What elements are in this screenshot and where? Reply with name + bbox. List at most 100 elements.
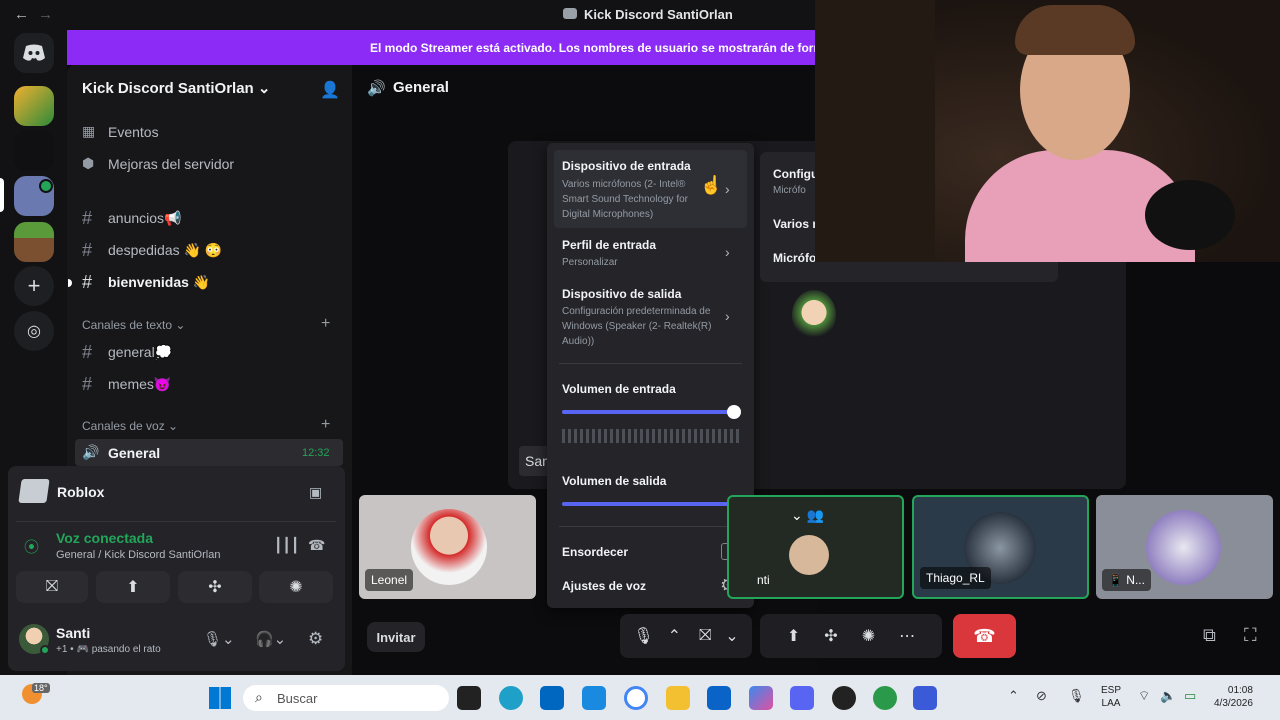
webcam-microphone (1145, 180, 1235, 250)
disconnect-button[interactable]: ☎ (953, 614, 1016, 658)
activities-icon[interactable]: ✣ (824, 626, 837, 646)
hash-icon: # (82, 342, 93, 362)
submenu-item-1[interactable]: Configu (773, 167, 818, 181)
app-icon[interactable] (913, 686, 937, 710)
collapse-chevron-icon[interactable]: ⌄ 👥 (791, 507, 824, 524)
camera-off-icon[interactable]: ⛝ (699, 627, 711, 645)
share-screen-button[interactable]: ⬆ (96, 571, 170, 603)
server-minecraft-icon[interactable] (14, 222, 54, 262)
disconnect-icon[interactable]: ☎ (308, 537, 325, 554)
app-icon[interactable] (582, 686, 606, 710)
language-indicator[interactable]: ESP LAA (1101, 684, 1121, 710)
participant-tile[interactable]: Leonel (359, 495, 536, 599)
submenu-item-1-sub: Micrófo (773, 185, 806, 196)
sidebar-item-events[interactable]: ▦ Eventos (82, 123, 159, 140)
battery-icon[interactable]: ▭ (1184, 688, 1196, 704)
obs-icon[interactable] (832, 686, 856, 710)
channel-bienvenidas[interactable]: # bienvenidas 👋 (82, 272, 210, 293)
windows-start-icon[interactable] (209, 687, 231, 709)
soundboard-icon: ✺ (289, 579, 303, 596)
sidebar-item-boosts[interactable]: ⬢ Mejoras del servidor (82, 155, 234, 172)
stream-activity-icon[interactable]: ▣ (309, 484, 322, 501)
channel-memes[interactable]: # memes😈 (82, 374, 171, 395)
add-voice-channel-icon[interactable]: + (321, 416, 330, 434)
webcam-person-hair (1015, 5, 1135, 55)
headphones-icon[interactable]: 🎧⌄ (255, 630, 286, 648)
discover-compass-icon[interactable]: ◎ (14, 311, 54, 351)
discord-home-icon[interactable] (14, 33, 54, 73)
voice-channel-speaker-icon: 🔊 (367, 80, 386, 97)
screen-share-icon[interactable]: ⬆ (787, 626, 800, 646)
user-status: +1 • 🎮 pasando el rato (56, 644, 161, 655)
channel-despedidas[interactable]: # despedidas 👋 😳 (82, 240, 222, 261)
activities-icon: ✣ (208, 579, 222, 596)
pop-out-icon[interactable]: ⧉ (1203, 625, 1216, 646)
outlook-icon[interactable] (707, 686, 731, 710)
store-icon[interactable] (540, 686, 564, 710)
channel-general-text[interactable]: # general💭 (82, 342, 172, 363)
invite-button[interactable]: Invitar (367, 622, 425, 652)
mouse-cursor-icon: ☝ (700, 175, 723, 195)
activities-button[interactable]: ✣ (178, 571, 252, 603)
voice-connected-label[interactable]: Voz conectada (56, 530, 153, 546)
soundboard-icon[interactable]: ✺ (862, 626, 875, 646)
participant-avatar (792, 290, 836, 340)
user-settings-gear-icon[interactable]: ⚙ (308, 629, 323, 649)
chrome-icon[interactable] (873, 686, 897, 710)
task-view-icon[interactable] (457, 686, 481, 710)
back-arrow-icon[interactable]: ← (14, 6, 29, 23)
slider-knob[interactable] (727, 405, 741, 419)
mic-tray-icon[interactable]: 🎙 (1068, 688, 1085, 704)
add-server-icon[interactable]: + (14, 266, 54, 306)
submenu-item-3[interactable]: Micrófo (773, 251, 816, 265)
copilot-icon[interactable] (749, 686, 773, 710)
microphone-icon[interactable]: 🎙⌄ (203, 630, 235, 648)
edge-icon[interactable] (499, 686, 523, 710)
participant-name: Leonel (365, 569, 414, 591)
participant-tile[interactable]: ⌄ 👥 nti (727, 495, 904, 599)
banner-text: El modo Streamer está activado. Los nomb… (370, 41, 825, 55)
signal-icon: ⦿ (24, 539, 40, 556)
input-volume-slider[interactable] (562, 405, 741, 419)
camera-off-button[interactable]: ⛝ (16, 571, 88, 603)
file-explorer-icon[interactable] (666, 686, 690, 710)
speaker-icon: 🔊 (82, 444, 100, 460)
chevron-right-icon: › (725, 244, 730, 260)
chevron-up-icon[interactable]: ⌃ (668, 626, 681, 646)
server-name-header[interactable]: Kick Discord SantiOrlan ⌄ (82, 79, 270, 97)
fullscreen-icon[interactable]: ⛶ (1244, 625, 1257, 646)
voice-connected-detail[interactable]: General / Kick Discord SantiOrlan (56, 549, 220, 561)
chevron-right-icon: › (725, 308, 730, 324)
google-icon[interactable] (624, 686, 648, 710)
taskbar-search[interactable]: ⌕ Buscar (243, 685, 449, 711)
chevron-down-icon[interactable]: ⌄ (725, 626, 738, 646)
noise-suppression-icon[interactable]: ┃┃┃ (274, 537, 299, 554)
output-volume-label: Volumen de salida (562, 474, 667, 488)
online-status-icon (40, 645, 50, 655)
divider (559, 526, 742, 527)
discord-taskbar-icon[interactable] (790, 686, 814, 710)
server-legend-land-icon[interactable] (14, 86, 54, 126)
microphone-icon[interactable]: 🎙 (633, 626, 653, 646)
voice-settings-label[interactable]: Ajustes de voz (562, 579, 646, 593)
volume-icon[interactable]: 🔈 (1160, 688, 1176, 704)
soundboard-button[interactable]: ✺ (259, 571, 333, 603)
webcam-wall (815, 0, 935, 262)
add-text-channel-icon[interactable]: + (321, 315, 330, 333)
taskbar-clock[interactable]: 01:08 4/3/2026 (1214, 684, 1253, 710)
output-volume-slider[interactable] (562, 497, 741, 511)
forward-arrow-icon[interactable]: → (38, 6, 53, 23)
category-voice-channels[interactable]: Canales de voz ⌄ (82, 419, 178, 433)
participant-tile[interactable]: 📱 N... (1096, 495, 1273, 599)
channel-anuncios[interactable]: # anuncios📢 (82, 208, 181, 229)
username[interactable]: Santi (56, 625, 90, 641)
more-options-icon[interactable]: ⋯ (899, 626, 915, 646)
tray-chevron-icon[interactable]: ⌃ (1008, 688, 1019, 704)
participant-name: Thiago_RL (920, 567, 991, 589)
participant-tile[interactable]: Thiago_RL (912, 495, 1089, 599)
category-text-channels[interactable]: Canales de texto ⌄ (82, 318, 185, 332)
server-dark-icon[interactable] (14, 131, 54, 171)
wifi-icon[interactable]: ⌔ (1138, 688, 1150, 704)
tray-icon[interactable]: ⊘ (1036, 688, 1047, 704)
add-member-icon[interactable]: 👤 (320, 80, 340, 100)
